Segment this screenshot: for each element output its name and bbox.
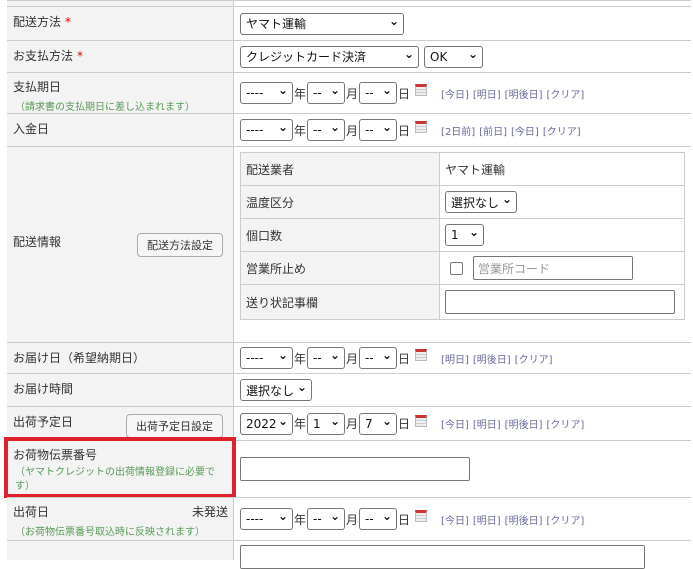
label: 配送方法 [13,15,62,29]
month-unit: 月 [346,123,359,138]
ship-plan-settings-button[interactable]: 出荷予定日設定 [126,414,223,438]
delivery-info-row: 配送情報 配送方法設定 配送業者ヤマト運輸 温度区分選択なし 個口数1 営業所止… [7,146,691,342]
count-label: 個口数 [240,218,440,252]
day-select[interactable]: -- [359,508,398,530]
calendar-icon[interactable] [415,84,428,96]
payment-status-select[interactable]: OK [424,45,483,68]
link-day-after[interactable]: [明後日] [505,86,543,101]
label: お支払方法 [13,49,74,63]
month-select[interactable]: -- [307,119,346,141]
note: （お荷物伝票番号取込時に反映されます） [15,527,205,538]
delivery-time-select[interactable]: 選択なし [240,379,312,401]
link-today[interactable]: [今日] [441,416,469,431]
label: 出荷予定日 [13,415,74,429]
link-day-after[interactable]: [明後日] [505,512,543,527]
month-select[interactable]: -- [307,508,346,530]
year-select[interactable]: ---- [240,508,293,530]
day-unit: 日 [398,351,411,366]
office-label: 営業所止め [240,251,440,285]
link-2-days-ago[interactable]: [2日前] [441,123,475,138]
memo-label: 送り状記事欄 [240,284,440,320]
calendar-icon[interactable] [415,349,428,361]
delivery-date-row: お届け日（希望納期日） ----年 --月 --日 [明日][明後日][クリア] [7,342,691,373]
link-day-after[interactable]: [明後日] [473,351,511,366]
month-unit: 月 [346,417,359,431]
link-today[interactable]: [今日] [441,512,469,527]
month-select[interactable]: -- [307,82,346,104]
shipping-method-select[interactable]: ヤマト運輸 [240,12,404,35]
highlight-box [4,437,236,498]
office-code-input[interactable]: 営業所コード [473,256,633,280]
memo-input[interactable] [445,290,675,314]
day-select[interactable]: 7 [359,412,398,435]
office-hold-checkbox[interactable] [450,261,463,275]
delivery-time-row: お届け時間 選択なし [7,373,691,406]
year-select[interactable]: 2022 [240,412,293,435]
shipping-method-row: 配送方法 * ヤマト運輸 [7,6,691,40]
day-select[interactable]: -- [359,347,398,369]
day-unit: 日 [398,86,411,101]
note: （請求書の支払期日に差し込まれます） [15,102,195,113]
link-today[interactable]: [今日] [441,86,469,101]
day-select[interactable]: -- [359,119,398,141]
required-mark: * [77,49,84,63]
label: 支払期日 [13,80,62,94]
next-row [7,540,691,569]
year-unit: 年 [294,512,307,527]
ship-plan-row: 出荷予定日 出荷予定日設定 2022年 1月 7日 [今日] [明日] [明後日][… [7,406,691,440]
month-select[interactable]: -- [307,347,346,369]
year-unit: 年 [294,123,307,138]
month-unit: 月 [346,86,359,101]
label: お届け時間 [13,382,74,396]
link-tomorrow[interactable]: [明日] [473,512,501,527]
link-clear[interactable]: [クリア] [546,416,584,431]
day-unit: 日 [398,512,411,527]
year-unit: 年 [294,86,307,101]
ship-status: 未発送 [191,505,228,519]
month-unit: 月 [346,351,359,366]
required-mark: * [65,15,72,29]
calendar-icon[interactable] [415,510,428,522]
payment-method-row: お支払方法* クレジットカード決済OK [7,40,691,72]
delivery-settings-button[interactable]: 配送方法設定 [137,233,223,257]
carrier-value: ヤマト運輸 [439,152,685,186]
temperature-select[interactable]: 選択なし [445,191,517,213]
link-clear[interactable]: [クリア] [515,351,553,366]
label: 配送情報 [13,235,62,249]
link-clear[interactable]: [クリア] [543,123,581,138]
label: 出荷日 [13,505,50,519]
year-select[interactable]: ---- [240,82,293,104]
year-unit: 年 [294,351,307,366]
year-select[interactable]: ---- [240,347,293,369]
label: 入金日 [13,122,50,136]
day-unit: 日 [398,417,411,431]
link-tomorrow[interactable]: [明日] [441,351,469,366]
link-clear[interactable]: [クリア] [546,512,584,527]
day-unit: 日 [398,123,411,138]
calendar-icon[interactable] [415,121,428,133]
link-clear[interactable]: [クリア] [546,86,584,101]
temp-label: 温度区分 [240,185,440,219]
payment-method-select[interactable]: クレジットカード決済 [240,45,419,68]
next-input[interactable] [240,545,645,569]
ship-date-row: 出荷日未発送（お荷物伝票番号取込時に反映されます） ----年 --月 --日 … [7,497,691,540]
calendar-icon[interactable] [415,414,428,427]
link-tomorrow[interactable]: [明日] [473,86,501,101]
link-today[interactable]: [今日] [511,123,539,138]
payment-due-row: 支払期日（請求書の支払期日に差し込まれます） ----年 --月 --日 [今日… [7,72,691,113]
package-count-select[interactable]: 1 [445,224,484,246]
year-unit: 年 [294,417,307,431]
label: お届け日（希望納期日） [13,351,146,365]
day-select[interactable]: -- [359,82,398,104]
link-day-after[interactable]: [明後日] [505,416,543,431]
month-select[interactable]: 1 [307,412,346,435]
year-select[interactable]: ---- [240,119,293,141]
delivery-details-table: 配送業者ヤマト運輸 温度区分選択なし 個口数1 営業所止め 営業所コード 送り状記… [240,152,685,320]
month-unit: 月 [346,512,359,527]
deposit-date-row: 入金日 ----年 --月 --日 [2日前][前日][今日][クリア] [7,113,691,146]
link-yesterday[interactable]: [前日] [479,123,507,138]
tracking-number-input[interactable] [240,457,470,481]
carrier-label: 配送業者 [240,152,440,186]
link-tomorrow[interactable]: [明日] [473,416,501,431]
